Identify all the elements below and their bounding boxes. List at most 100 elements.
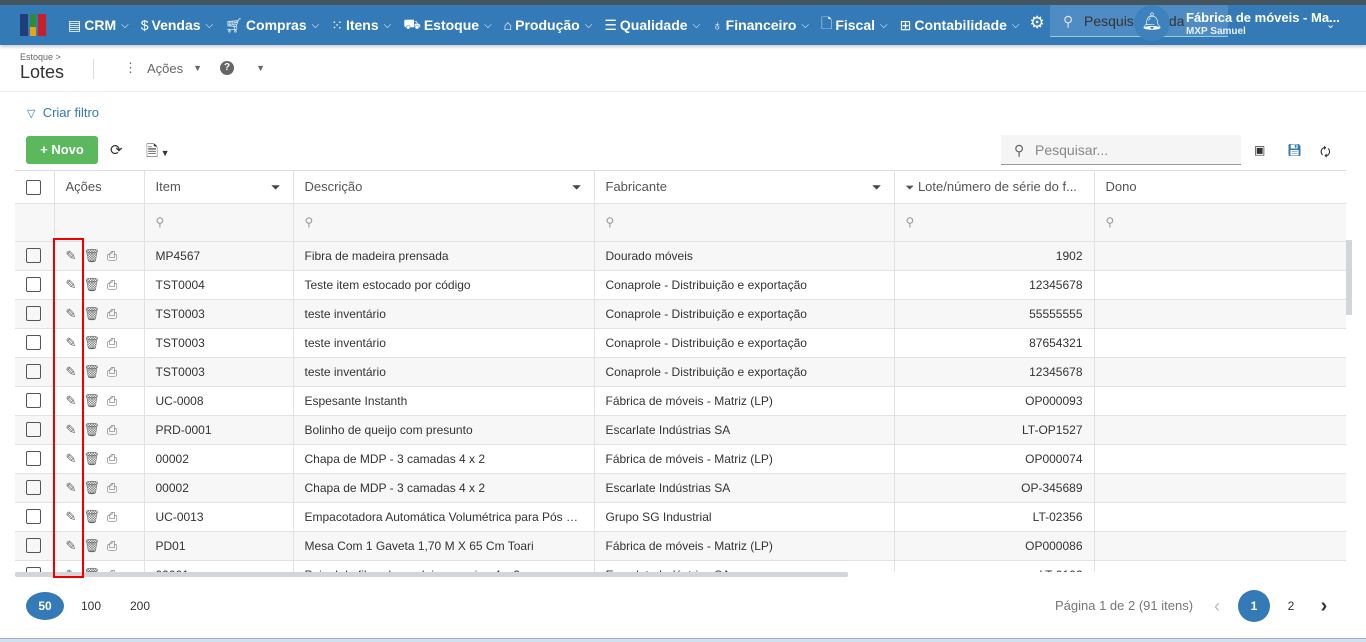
table-row[interactable]: ✎🗑︎⎙ 00001 Painel de fibra de madeira e … xyxy=(15,560,1346,572)
user-name[interactable]: MXP Samuel xyxy=(1186,26,1246,37)
grid-search-input[interactable]: ⚲ Pesquisar... xyxy=(1001,135,1241,165)
item-filter-input[interactable]: ⚲ xyxy=(144,203,294,242)
row-checkbox[interactable] xyxy=(26,364,41,380)
reset-layout-icon[interactable]: 🗘 xyxy=(1320,143,1331,164)
table-row[interactable]: ✎ 🗑︎ ⎙ TST0003 teste inventário Conaprole … xyxy=(15,328,1346,358)
create-filter-link[interactable]: ▽ Criar filtro xyxy=(27,105,99,120)
table-row[interactable]: ✎ 🗑︎ ⎙ UC-0013 Empacotadora Automática Vol… xyxy=(15,502,1346,532)
print-icon[interactable]: ⎙ xyxy=(107,480,117,496)
filter-icon[interactable]: ⏷ xyxy=(271,180,281,195)
table-row[interactable]: ✎ 🗑︎ ⎙ UC-0008 Espesante Instanth Fábrica … xyxy=(15,386,1346,416)
trash-icon[interactable]: 🗑︎ xyxy=(83,306,100,322)
column-chooser-icon[interactable]: ▣ xyxy=(1254,143,1265,157)
row-checkbox[interactable] xyxy=(26,451,41,467)
company-name[interactable]: Fábrica de móveis - Ma... xyxy=(1186,10,1340,25)
gear-icon[interactable]: ⚙ xyxy=(1030,13,1045,38)
row-checkbox[interactable] xyxy=(26,306,41,322)
print-icon[interactable]: ⎙ xyxy=(107,393,117,409)
actions-menu[interactable]: Ações xyxy=(147,61,183,76)
nav-menu-itens[interactable]: ⁙ Itens ⌵ xyxy=(331,13,391,37)
row-checkbox[interactable] xyxy=(26,422,41,438)
print-icon[interactable]: ⎙ xyxy=(107,364,117,380)
manufacturer-filter-input[interactable]: ⚲ xyxy=(594,203,895,242)
table-row[interactable]: ✎ 🗑︎ ⎙ PD01 Mesa Com 1 Gaveta 1,70 M X 65 … xyxy=(15,531,1346,561)
nav-menu-produção[interactable]: ⌂ Produção ⌵ xyxy=(504,13,593,37)
table-row[interactable]: ✎ 🗑︎ ⎙ TST0003 teste inventário Conaprole … xyxy=(15,299,1346,329)
trash-icon[interactable]: 🗑︎ xyxy=(83,335,100,351)
nav-menu-qualidade[interactable]: ☰ Qualidade ⌵ xyxy=(604,13,700,37)
prev-page-button[interactable]: ‹ xyxy=(1198,592,1236,620)
breadcrumb[interactable]: Estoque > xyxy=(20,52,61,62)
row-checkbox[interactable] xyxy=(26,509,41,525)
table-row[interactable]: ✎ 🗑︎ ⎙ PRD-0001 Bolinho de queijo com pres… xyxy=(15,415,1346,445)
horizontal-scrollbar[interactable] xyxy=(15,572,848,577)
app-logo[interactable] xyxy=(20,14,47,36)
nav-menu-crm[interactable]: ▤ CRM ⌵ xyxy=(68,13,129,37)
nav-menu-vendas[interactable]: $ Vendas ⌵ xyxy=(141,13,213,37)
caret-down-icon[interactable]: ▼ xyxy=(193,63,202,73)
trash-icon[interactable]: 🗑︎ xyxy=(83,451,100,467)
next-page-button[interactable]: › xyxy=(1305,592,1343,620)
column-header-lot[interactable]: ⏷ Lote/número de série do f... xyxy=(894,171,1095,204)
row-checkbox[interactable] xyxy=(26,248,41,264)
export-icon[interactable]: 🗎 ▼ xyxy=(146,141,169,166)
print-icon[interactable]: ⎙ xyxy=(107,422,117,438)
trash-icon[interactable]: 🗑︎ xyxy=(83,422,100,438)
table-row[interactable]: ✎ 🗑︎ ⎙ 00002 Chapa de MDP - 3 camadas 4 x … xyxy=(15,444,1346,474)
chevron-down-icon[interactable]: ⌄ xyxy=(1326,18,1335,31)
description-filter-input[interactable]: ⚲ xyxy=(293,203,595,242)
save-icon[interactable]: 💾︎ xyxy=(1287,143,1302,157)
print-icon[interactable]: ⎙ xyxy=(107,451,117,467)
page-1-button[interactable]: 1 xyxy=(1238,590,1270,622)
page-size-50[interactable]: 50 xyxy=(26,592,64,620)
print-icon[interactable]: ⎙ xyxy=(107,248,117,264)
column-header-owner[interactable]: Dono xyxy=(1094,171,1346,204)
print-icon[interactable]: ⎙ xyxy=(107,306,117,322)
row-checkbox[interactable] xyxy=(26,538,41,554)
cell-lot: 55555555 xyxy=(894,299,1095,329)
column-header-item[interactable]: Item ⏷ xyxy=(144,171,294,204)
trash-icon[interactable]: 🗑︎ xyxy=(83,364,100,380)
select-all-checkbox[interactable] xyxy=(26,179,41,195)
trash-icon[interactable]: 🗑︎ xyxy=(83,393,100,409)
row-checkbox[interactable] xyxy=(26,277,41,293)
trash-icon[interactable]: 🗑︎ xyxy=(83,248,100,264)
column-header-description[interactable]: Descrição ⏷ xyxy=(293,171,595,204)
page-size-200[interactable]: 200 xyxy=(121,592,159,620)
nav-menu-estoque[interactable]: ⛟ Estoque ⌵ xyxy=(403,13,491,37)
trash-icon[interactable]: 🗑︎ xyxy=(83,509,100,525)
vertical-scrollbar[interactable] xyxy=(1346,240,1352,315)
print-icon[interactable]: ⎙ xyxy=(107,277,117,293)
refresh-icon[interactable]: ⟳ xyxy=(110,141,123,159)
row-checkbox[interactable] xyxy=(26,335,41,351)
column-header-manufacturer[interactable]: Fabricante ⏷ xyxy=(594,171,895,204)
trash-icon[interactable]: 🗑︎ xyxy=(83,538,100,554)
new-button[interactable]: + Novo xyxy=(26,136,98,164)
bell-icon[interactable]: 🔔︎ xyxy=(1134,5,1170,41)
help-button[interactable]: ? xyxy=(220,61,235,75)
table-row[interactable]: ✎ 🗑︎ ⎙ MP4567 Fibra de madeira prensada Do… xyxy=(15,241,1346,271)
trash-icon[interactable]: 🗑︎ xyxy=(83,277,100,293)
cell-item: PD01 xyxy=(144,531,294,561)
filter-icon[interactable]: ⏷ xyxy=(572,180,582,195)
lot-filter-input[interactable]: ⚲ xyxy=(894,203,1095,242)
nav-menu-compras[interactable]: 🛒︎ Compras ⌵ xyxy=(225,13,319,37)
print-icon[interactable]: ⎙ xyxy=(107,335,117,351)
nav-menu-financeiro[interactable]: ♁ Financeiro ⌵ xyxy=(712,13,809,37)
filter-icon[interactable]: ⏷ xyxy=(872,180,882,195)
filter-icon[interactable]: ⏷ xyxy=(906,182,915,194)
row-checkbox[interactable] xyxy=(26,393,41,409)
page-size-100[interactable]: 100 xyxy=(72,592,110,620)
table-row[interactable]: ✎ 🗑︎ ⎙ TST0004 Teste item estocado por cód… xyxy=(15,270,1346,300)
table-row[interactable]: ✎ 🗑︎ ⎙ TST0003 teste inventário Conaprole … xyxy=(15,357,1346,387)
print-icon[interactable]: ⎙ xyxy=(107,538,117,554)
fiscal-icon: 🗋 xyxy=(821,15,833,31)
caret-down-icon[interactable]: ▼ xyxy=(256,63,265,73)
row-checkbox[interactable] xyxy=(26,480,41,496)
trash-icon[interactable]: 🗑︎ xyxy=(83,480,100,496)
print-icon[interactable]: ⎙ xyxy=(107,509,117,525)
owner-filter-input[interactable]: ⚲ xyxy=(1094,203,1346,242)
nav-menu-fiscal[interactable]: 🗋 Fiscal ⌵ xyxy=(821,13,888,37)
table-row[interactable]: ✎ 🗑︎ ⎙ 00002 Chapa de MDP - 3 camadas 4 x … xyxy=(15,473,1346,503)
nav-menu-contabilidade[interactable]: ⊞ Contabilidade ⌵ xyxy=(900,13,1020,37)
